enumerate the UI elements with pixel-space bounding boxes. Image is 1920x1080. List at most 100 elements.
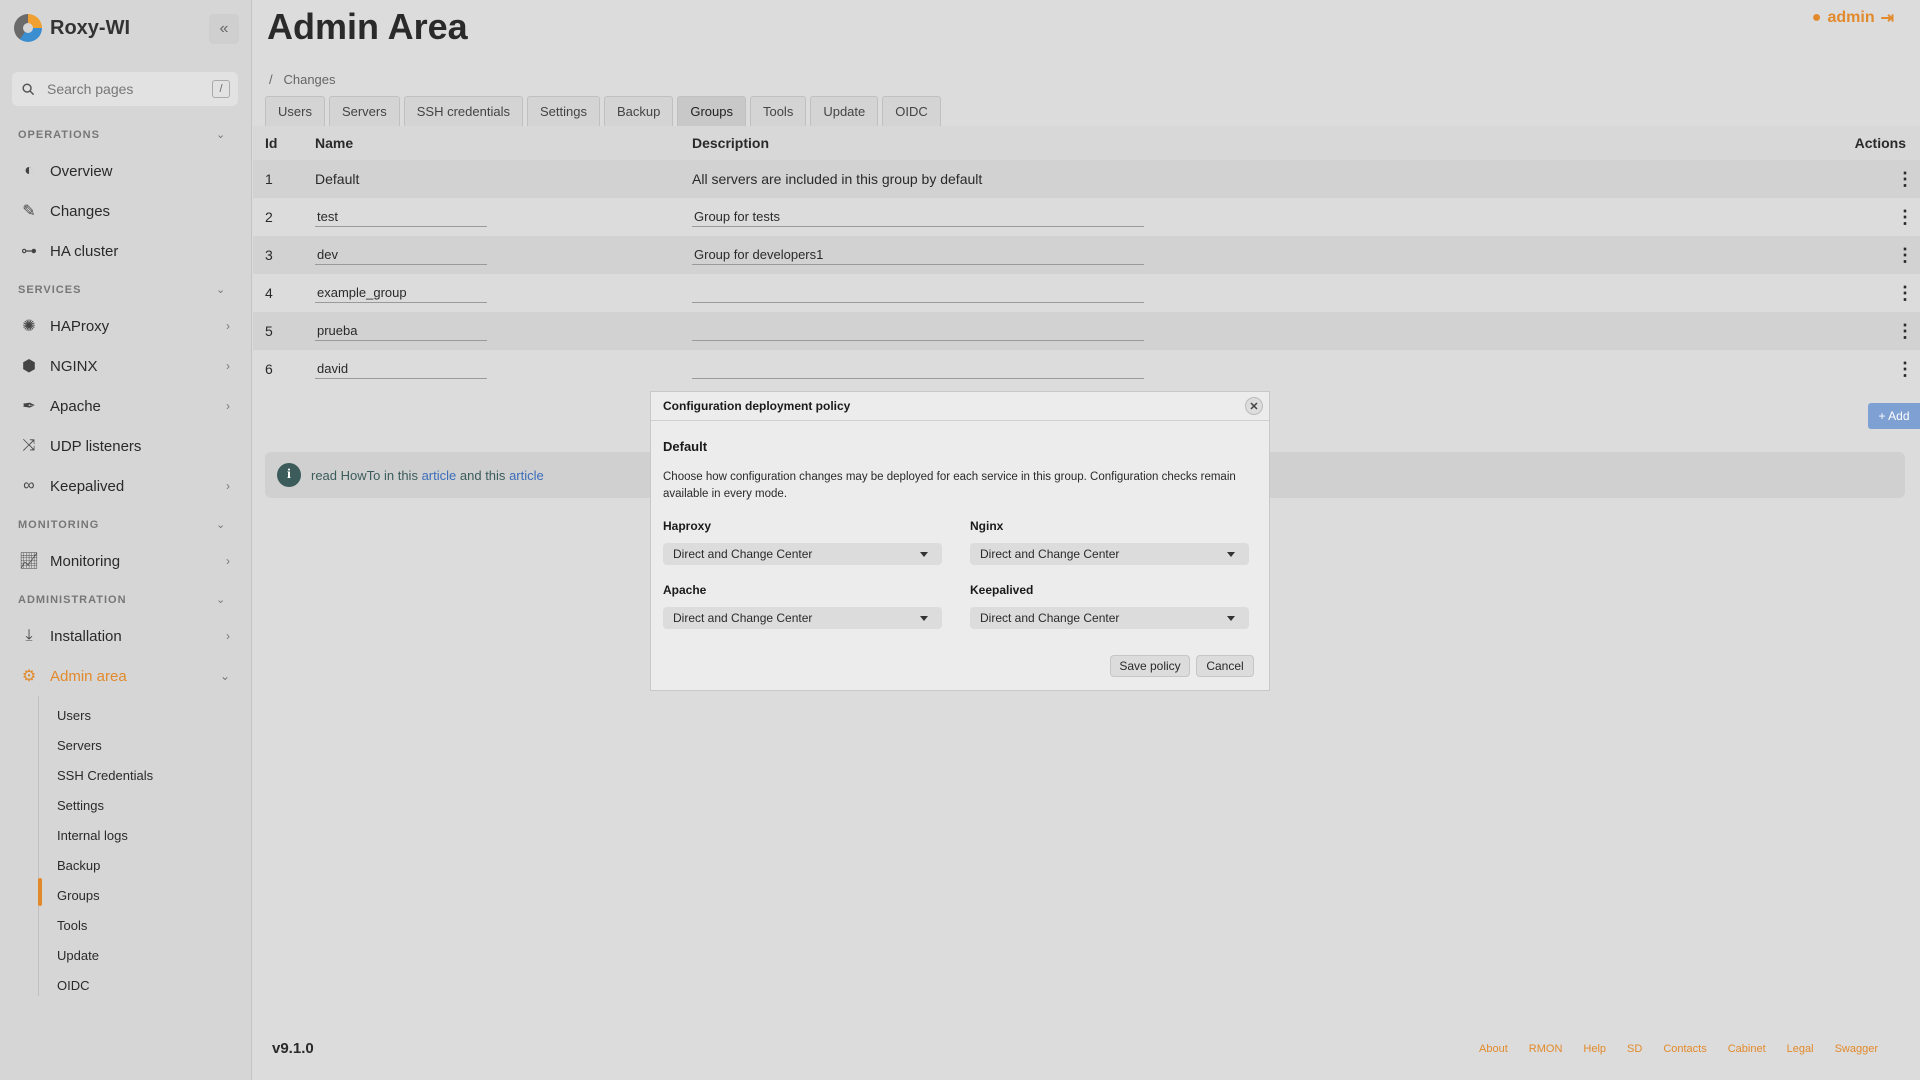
kebab-menu-icon[interactable]: ⋮ [1896, 170, 1914, 188]
kebab-menu-icon[interactable]: ⋮ [1896, 246, 1914, 264]
chevron-down-icon: ⌄ [219, 669, 230, 683]
article-link-2[interactable]: article [509, 468, 544, 483]
tab-update[interactable]: Update [810, 96, 879, 126]
nav-monitoring[interactable]: 📈︎ Monitoring › [18, 546, 238, 576]
chevron-down-icon[interactable]: ⌄ [216, 593, 225, 606]
tab-settings[interactable]: Settings [526, 96, 600, 126]
select-value: Direct and Change Center [673, 611, 813, 625]
tab-users[interactable]: Users [265, 96, 325, 126]
subnav-servers[interactable]: Servers [57, 736, 102, 756]
kebab-menu-icon[interactable]: ⋮ [1896, 208, 1914, 226]
subnav-internal-logs[interactable]: Internal logs [57, 826, 128, 846]
tab-ssh-credentials[interactable]: SSH credentials [403, 96, 523, 126]
group-name-input[interactable] [315, 207, 487, 227]
row-id: 4 [265, 285, 273, 301]
tab-oidc[interactable]: OIDC [882, 96, 941, 126]
logout-icon[interactable]: ⇥ [1881, 8, 1894, 28]
nav-installation[interactable]: ⤓ Installation › [18, 621, 238, 651]
cancel-button[interactable]: Cancel [1196, 655, 1254, 677]
breadcrumb-separator: / [269, 72, 273, 87]
tab-tools[interactable]: Tools [749, 96, 807, 126]
search-input[interactable] [47, 81, 207, 97]
subnav-backup[interactable]: Backup [57, 856, 100, 876]
group-description-input[interactable] [692, 359, 1144, 379]
group-description-input[interactable] [692, 207, 1144, 227]
nav-label: HAProxy [50, 317, 110, 335]
nav-overview[interactable]: ◐ Overview [18, 156, 238, 186]
overview-icon: ◐ [24, 162, 34, 179]
info-icon: i [277, 463, 301, 487]
breadcrumb-current[interactable]: Changes [283, 72, 335, 87]
haproxy-policy-select[interactable]: Direct and Change Center [663, 543, 942, 565]
subnav-settings[interactable]: Settings [57, 796, 104, 816]
subnav-groups[interactable]: Groups [57, 886, 100, 906]
save-policy-button[interactable]: Save policy [1110, 655, 1190, 677]
footer-link-sd[interactable]: SD [1627, 1043, 1642, 1055]
subnav-update[interactable]: Update [57, 946, 99, 966]
collapse-sidebar-button[interactable]: « [209, 14, 239, 44]
kebab-menu-icon[interactable]: ⋮ [1896, 322, 1914, 340]
keepalived-policy-select[interactable]: Direct and Change Center [970, 607, 1249, 629]
subnav-users[interactable]: Users [57, 706, 91, 726]
chevron-down-icon[interactable]: ⌄ [216, 283, 225, 296]
user-menu[interactable]: ● admin ⇥ [1812, 8, 1894, 28]
footer-link-rmon[interactable]: RMON [1529, 1043, 1563, 1055]
shuffle-icon: ⤨ [22, 437, 36, 454]
nav-haproxy[interactable]: ✺ HAProxy › [18, 311, 238, 341]
subnav-ssh-credentials[interactable]: SSH Credentials [57, 766, 153, 786]
footer-link-contacts[interactable]: Contacts [1663, 1043, 1706, 1055]
group-description-input[interactable] [692, 321, 1144, 341]
group-name-input[interactable] [315, 359, 487, 379]
kebab-menu-icon[interactable]: ⋮ [1896, 360, 1914, 378]
tab-groups[interactable]: Groups [677, 96, 746, 126]
group-description-input[interactable] [692, 283, 1144, 303]
caret-down-icon [920, 616, 928, 621]
header-name: Name [315, 135, 354, 151]
nav-changes[interactable]: ✎ Changes [18, 196, 238, 226]
search-box[interactable]: / [12, 72, 238, 106]
chevron-down-icon[interactable]: ⌄ [216, 518, 225, 531]
close-icon[interactable]: ✕ [1245, 397, 1263, 415]
subnav-oidc[interactable]: OIDC [57, 976, 90, 996]
group-name-input[interactable] [315, 245, 487, 265]
nav-admin-area[interactable]: ⚙ Admin area ⌄ [18, 661, 238, 691]
nginx-policy-select[interactable]: Direct and Change Center [970, 543, 1249, 565]
tab-servers[interactable]: Servers [328, 96, 400, 126]
cluster-icon: ⊶ [21, 243, 37, 260]
haproxy-icon: ✺ [22, 318, 36, 335]
row-id: 6 [265, 361, 273, 377]
nav-label: HA cluster [50, 242, 119, 260]
nav-label: NGINX [50, 357, 98, 375]
footer-link-cabinet[interactable]: Cabinet [1728, 1043, 1766, 1055]
tab-backup[interactable]: Backup [603, 96, 674, 126]
group-name-input[interactable] [315, 283, 487, 303]
info-middle: and this [459, 467, 506, 483]
nav-udp-listeners[interactable]: ⤨ UDP listeners [18, 431, 238, 461]
footer-link-swagger[interactable]: Swagger [1835, 1043, 1878, 1055]
footer-link-legal[interactable]: Legal [1787, 1043, 1814, 1055]
add-group-button[interactable]: + Add [1868, 403, 1920, 429]
nav-keepalived[interactable]: ∞ Keepalived › [18, 471, 238, 501]
section-services: SERVICES [18, 284, 82, 296]
brand[interactable]: Roxy-WI [14, 14, 130, 42]
nav-ha-cluster[interactable]: ⊶ HA cluster [18, 236, 238, 266]
table-row: 4 ⋮ [253, 274, 1920, 312]
nav-label: Installation [50, 627, 122, 645]
group-description-input[interactable] [692, 245, 1144, 265]
dialog-description: Choose how configuration changes may be … [663, 471, 1236, 500]
footer-link-help[interactable]: Help [1583, 1043, 1606, 1055]
kebab-menu-icon[interactable]: ⋮ [1896, 284, 1914, 302]
article-link-1[interactable]: article [422, 468, 457, 483]
nav-nginx[interactable]: ⬢ NGINX › [18, 351, 238, 381]
header-id: Id [265, 135, 278, 151]
subnav-tools[interactable]: Tools [57, 916, 87, 936]
chevron-down-icon[interactable]: ⌄ [216, 128, 225, 141]
footer-link-about[interactable]: About [1479, 1043, 1508, 1055]
nav-apache[interactable]: ✒ Apache › [18, 391, 238, 421]
caret-down-icon [1227, 552, 1235, 557]
group-name-input[interactable] [315, 321, 487, 341]
search-icon [22, 82, 35, 95]
chevron-right-icon: › [226, 359, 230, 373]
apache-policy-select[interactable]: Direct and Change Center [663, 607, 942, 629]
row-name: Default [315, 171, 360, 187]
